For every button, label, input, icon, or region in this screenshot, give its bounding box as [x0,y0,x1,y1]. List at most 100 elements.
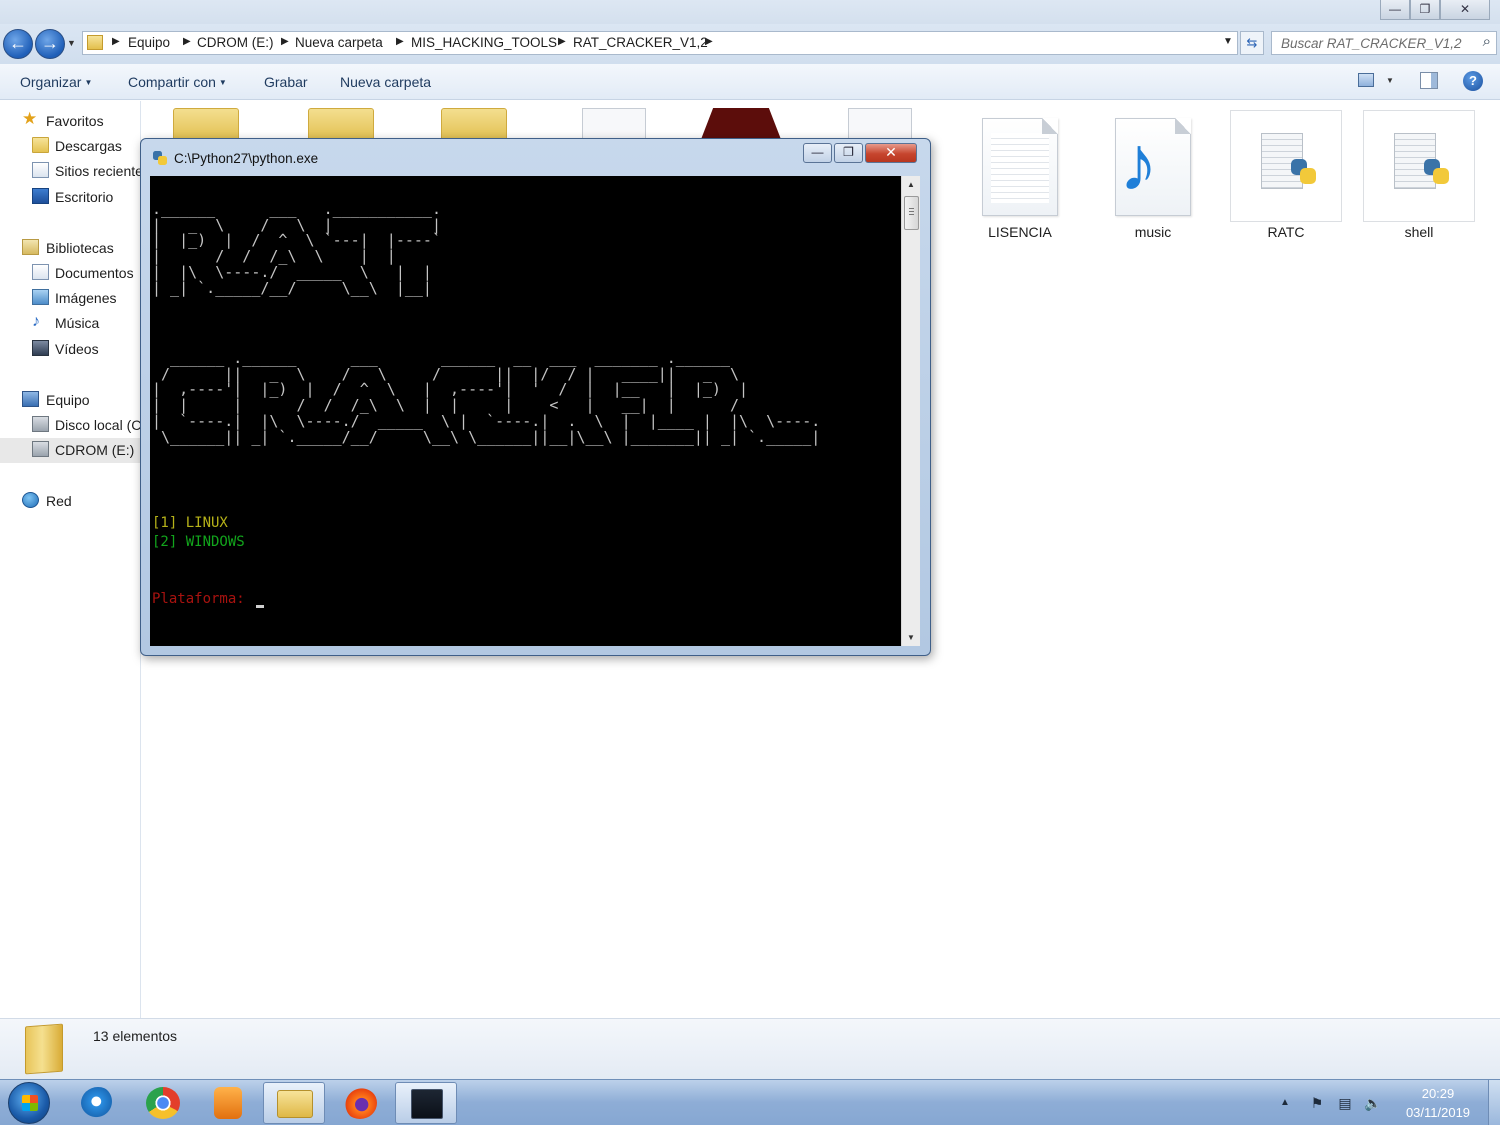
history-dropdown-icon[interactable]: ▼ [67,38,76,48]
breadcrumb-separator[interactable]: ▶ [396,36,404,47]
nav-network[interactable]: Red [0,489,140,514]
organize-label: Organizar [20,74,82,90]
share-menu[interactable]: Compartir con ▼ [128,74,227,90]
breadcrumb-separator[interactable]: ▶ [281,36,289,47]
show-hidden-icons-icon[interactable]: ▲ [1280,1097,1290,1108]
back-button[interactable]: ← [3,29,33,59]
change-view-icon[interactable] [1358,73,1374,87]
clock-time[interactable]: 20:29 [1400,1086,1476,1101]
minimize-button[interactable]: — [1380,0,1410,20]
dropdown-arrow-icon: ▼ [218,78,227,87]
file-item[interactable] [848,108,912,142]
scroll-thumb[interactable] [904,196,919,230]
libraries-icon [22,239,39,255]
recent-places-icon [32,162,49,178]
help-icon[interactable]: ? [1463,71,1483,91]
preview-pane-icon[interactable] [1420,72,1438,89]
console-scrollbar[interactable]: ▲ ▼ [901,176,920,646]
nav-cdrom[interactable]: CDROM (E:) [0,438,140,463]
nav-documents[interactable]: Documentos [0,261,140,286]
organize-menu[interactable]: Organizar ▼ [20,74,92,90]
address-dropdown-icon[interactable]: ▼ [1223,36,1233,47]
nav-music[interactable]: ♪ Música [0,311,140,336]
console-window: C:\Python27\python.exe — ❐ ✕ .______ ___… [140,138,931,656]
breadcrumb-nueva-carpeta[interactable]: Nueva carpeta [295,35,383,50]
taskbar-media-player[interactable] [197,1082,259,1124]
scroll-up-arrow-icon[interactable]: ▲ [902,176,920,193]
python-icon [153,151,167,165]
audio-file-icon: ♪ [1097,110,1209,222]
folder-item[interactable] [173,108,239,142]
file-item-lisencia[interactable]: LISENCIA [964,110,1076,250]
nav-libraries[interactable]: Bibliotecas [0,236,140,261]
breadcrumb-separator[interactable]: ▶ [705,36,713,47]
nav-favorites[interactable]: ★ Favoritos [0,109,140,134]
breadcrumb-rat-cracker[interactable]: RAT_CRACKER_V1,2 [573,35,708,50]
dropdown-arrow-icon: ▼ [84,78,93,87]
breadcrumb-separator[interactable]: ▶ [112,36,120,47]
chrome-icon [146,1087,180,1119]
folder-item[interactable] [441,108,507,142]
maximize-button[interactable]: ❐ [1410,0,1440,20]
new-folder-button[interactable]: Nueva carpeta [340,74,431,90]
breadcrumb-equipo[interactable]: Equipo [128,35,170,50]
console-minimize-button[interactable]: — [803,143,832,163]
nav-computer[interactable]: Equipo [0,388,140,413]
taskbar-chrome[interactable] [132,1082,194,1124]
network-icon [22,492,39,508]
close-button[interactable]: ✕ [1440,0,1490,20]
console-screen[interactable]: .______ ___ .___________. | _ \ / \ | | … [150,176,901,646]
internet-explorer-icon [81,1087,115,1119]
nav-images[interactable]: Imágenes [0,286,140,311]
python-console-icon [411,1089,443,1119]
taskbar-python-console[interactable] [395,1082,457,1124]
refresh-button[interactable]: ⇆ [1240,31,1264,55]
nav-recent-places[interactable]: Sitios recientes [0,159,140,184]
search-input[interactable] [1272,32,1472,54]
file-item-music[interactable]: ♪ music [1097,110,1209,250]
nav-label: Documentos [55,265,134,281]
view-options-arrow-icon[interactable]: ▼ [1386,76,1394,85]
file-name: shell [1404,224,1434,240]
volume-muted-icon[interactable]: 🔈 [1364,1095,1382,1111]
burn-button[interactable]: Grabar [264,74,308,90]
nav-desktop[interactable]: Escritorio [0,185,140,210]
breadcrumb-cdrom[interactable]: CDROM (E:) [197,35,274,50]
navigation-pane: ★ Favoritos Descargas Sitios recientes E… [0,101,141,1018]
nav-downloads[interactable]: Descargas [0,134,140,159]
images-icon [32,289,49,305]
forward-button[interactable]: → [35,29,65,59]
file-item-ratc[interactable]: RATC [1230,110,1342,250]
ascii-banner-cracker: ______ .______ ___ ______ __ ___ _______… [152,349,821,446]
action-center-flag-icon[interactable]: ⚑ [1308,1095,1326,1111]
nav-videos[interactable]: Vídeos [0,337,140,362]
taskbar-firefox[interactable] [329,1082,391,1124]
taskbar-internet-explorer[interactable] [67,1082,129,1124]
explorer-titlebar: — ❐ ✕ [0,0,1500,24]
breadcrumb-separator[interactable]: ▶ [183,36,191,47]
start-button[interactable] [8,1082,50,1124]
breadcrumb-hacking-tools[interactable]: MIS_HACKING_TOOLS [411,35,557,50]
network-status-icon[interactable]: ▤ [1336,1095,1354,1111]
console-maximize-button[interactable]: ❐ [834,143,863,163]
file-name: music [1134,224,1172,240]
breadcrumb-separator[interactable]: ▶ [558,36,566,47]
taskbar-windows-explorer[interactable] [263,1082,325,1124]
clock-date[interactable]: 03/11/2019 [1400,1105,1476,1120]
search-icon[interactable]: ⌕ [1483,33,1491,50]
nav-local-disk[interactable]: Disco local (C:) [0,413,140,438]
scroll-down-arrow-icon[interactable]: ▼ [902,629,920,646]
folder-item[interactable] [308,108,374,142]
console-close-button[interactable]: ✕ [865,143,917,163]
file-item-shell[interactable]: shell [1363,110,1475,250]
show-desktop-button[interactable] [1488,1080,1500,1125]
nav-label: Equipo [46,392,90,408]
nav-label: Red [46,493,72,509]
nav-label: Descargas [55,138,122,154]
file-item[interactable] [700,108,782,142]
address-field[interactable]: ▶ Equipo ▶ CDROM (E:) ▶ Nueva carpeta ▶ … [82,31,1238,55]
nav-label: Bibliotecas [46,240,114,256]
file-item[interactable] [582,108,646,142]
documents-icon [32,264,49,280]
media-player-icon [214,1087,242,1119]
